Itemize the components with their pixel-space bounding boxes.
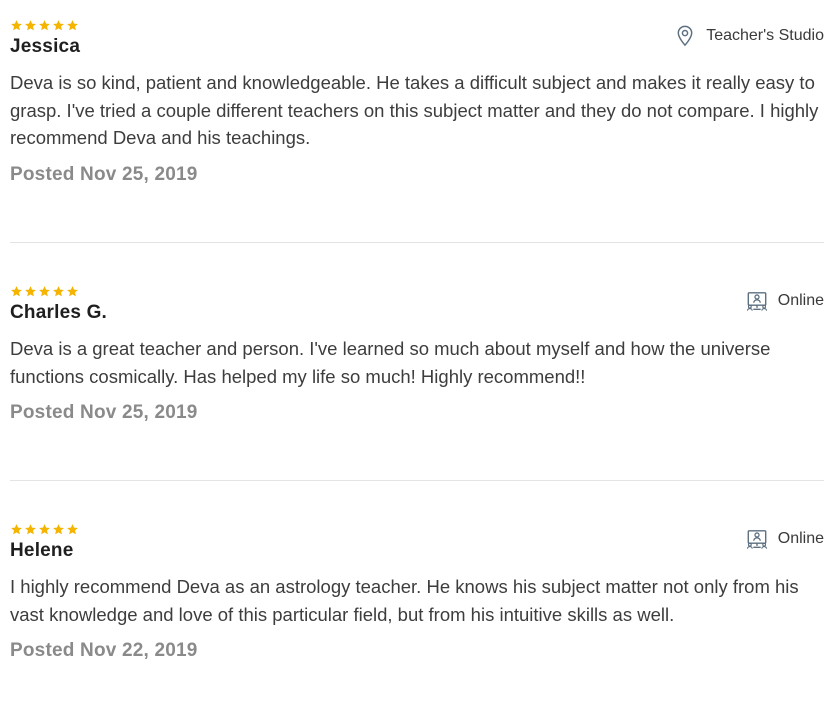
online-class-icon <box>746 292 767 311</box>
review-date: Posted Nov 25, 2019 <box>10 163 198 185</box>
star-rating <box>10 284 824 298</box>
star-icon <box>25 285 36 296</box>
star-icon <box>39 19 50 30</box>
star-icon <box>25 523 36 534</box>
review-card: Online Helene I highly recommend Deva as… <box>10 522 824 662</box>
review-date: Posted Nov 22, 2019 <box>10 640 198 661</box>
review-date: Posted Nov 25, 2019 <box>10 402 198 423</box>
location-label: Online <box>777 530 824 547</box>
online-class-icon <box>746 530 767 549</box>
lesson-location: Online <box>746 289 824 313</box>
location-label: Online <box>777 292 824 309</box>
star-icon <box>53 523 64 534</box>
star-icon <box>25 19 36 30</box>
star-icon <box>39 523 50 534</box>
reviewer-name: Charles G. <box>10 302 108 323</box>
reviews-list: Teacher's Studio Jessica Deva is so kind… <box>0 0 836 714</box>
lesson-location: Teacher's Studio <box>674 24 824 48</box>
divider <box>10 480 824 481</box>
star-icon <box>11 523 22 534</box>
map-pin-icon <box>677 25 693 47</box>
lesson-location: Online <box>746 527 824 551</box>
star-icon <box>53 19 64 30</box>
star-icon <box>11 285 22 296</box>
divider <box>10 242 824 243</box>
review-text: Deva is so kind, patient and knowledgeab… <box>10 72 819 148</box>
star-rating <box>10 522 824 536</box>
star-icon <box>67 19 78 30</box>
reviewer-name: Helene <box>10 540 74 561</box>
review-text: Deva is a great teacher and person. I've… <box>10 338 771 387</box>
star-icon <box>67 523 78 534</box>
star-icon <box>11 19 22 30</box>
star-icon <box>39 285 50 296</box>
star-icon <box>53 285 64 296</box>
review-card: Teacher's Studio Jessica Deva is so kind… <box>10 18 824 186</box>
review-text: I highly recommend Deva as an astrology … <box>10 576 799 625</box>
review-card: Online Charles G. Deva is a great teache… <box>10 284 824 424</box>
star-icon <box>67 285 78 296</box>
location-label: Teacher's Studio <box>706 27 824 44</box>
